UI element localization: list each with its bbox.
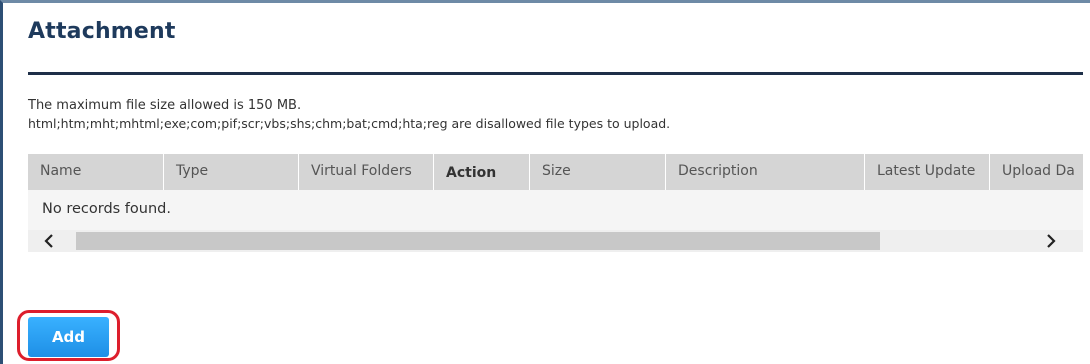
attachments-table: Name Type Virtual Folders Action Size De… bbox=[28, 154, 1083, 252]
chevron-right-icon[interactable] bbox=[1044, 230, 1068, 252]
column-header-virtual-folders[interactable]: Virtual Folders bbox=[299, 154, 434, 190]
section-title: Attachment bbox=[28, 19, 176, 44]
disallowed-types-note: html;htm;mht;mhtml;exe;com;pif;scr;vbs;s… bbox=[28, 116, 671, 131]
column-header-type[interactable]: Type bbox=[164, 154, 299, 190]
empty-message: No records found. bbox=[42, 201, 171, 217]
title-divider bbox=[28, 72, 1083, 75]
column-header-size[interactable]: Size bbox=[530, 154, 666, 190]
table-header: Name Type Virtual Folders Action Size De… bbox=[28, 154, 1083, 190]
column-header-latest-update[interactable]: Latest Update bbox=[865, 154, 990, 190]
column-header-description[interactable]: Description bbox=[666, 154, 865, 190]
column-header-name[interactable]: Name bbox=[28, 154, 164, 190]
max-file-size-note: The maximum file size allowed is 150 MB. bbox=[28, 98, 302, 113]
horizontal-scrollbar[interactable] bbox=[28, 230, 1083, 252]
chevron-left-icon[interactable] bbox=[42, 230, 66, 252]
add-button[interactable]: Add bbox=[28, 317, 109, 357]
column-header-action: Action bbox=[434, 154, 530, 190]
scrollbar-thumb[interactable] bbox=[76, 232, 880, 250]
empty-row: No records found. bbox=[28, 190, 1083, 230]
attachment-panel: Attachment The maximum file size allowed… bbox=[0, 0, 1090, 364]
column-header-upload-date[interactable]: Upload Da bbox=[990, 154, 1083, 190]
